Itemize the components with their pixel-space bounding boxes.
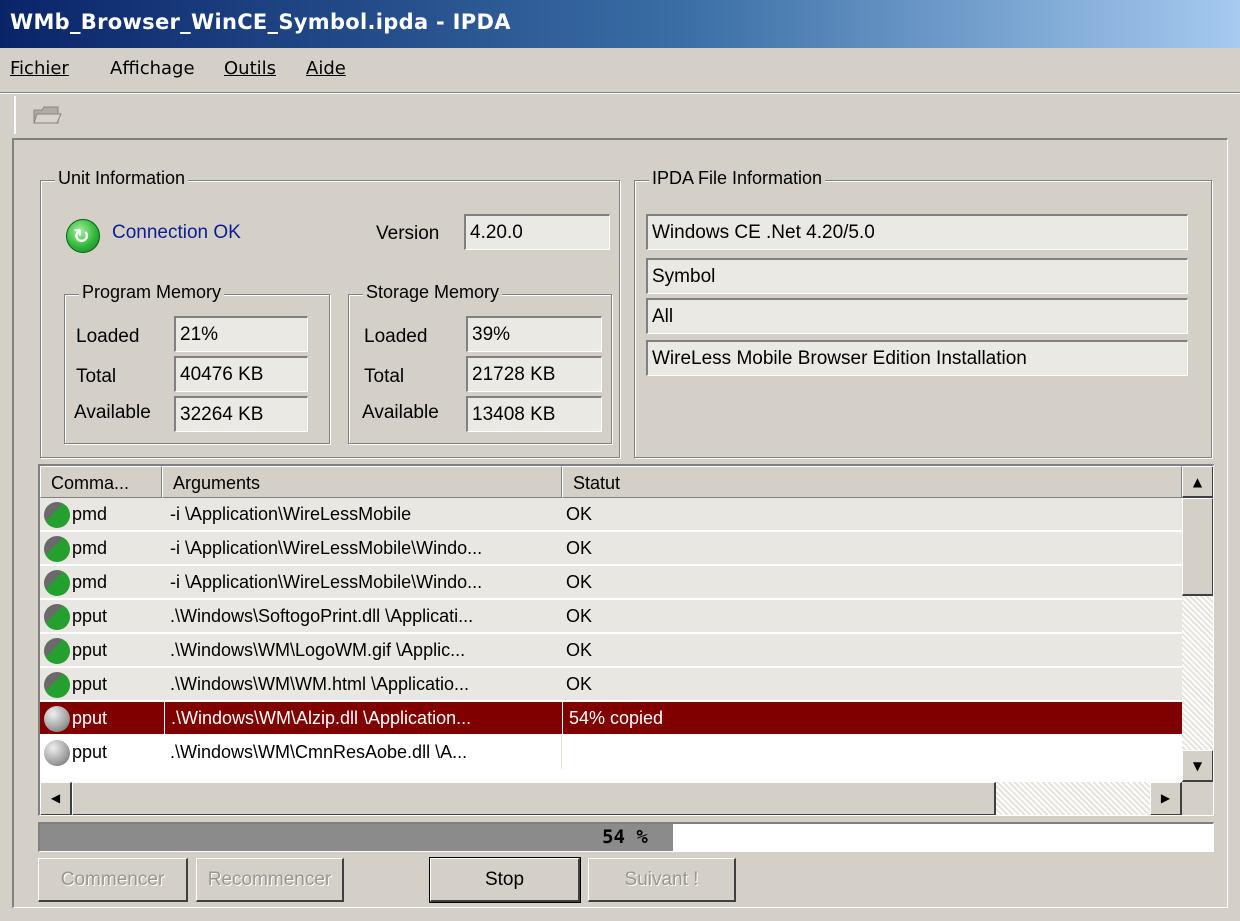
row-status: OK xyxy=(566,538,593,558)
menu-affichage[interactable]: Affichage xyxy=(110,58,195,79)
progress-bar: 54 % xyxy=(38,822,1214,852)
restart-button[interactable]: Recommencer xyxy=(196,858,344,902)
column-header-command[interactable]: Comma... xyxy=(40,466,162,498)
storage-available-label: Available xyxy=(362,402,439,423)
version-field: 4.20.0 xyxy=(464,214,610,250)
vertical-scroll-thumb[interactable] xyxy=(1182,498,1213,596)
menu-fichier-label: Fichier xyxy=(10,58,69,79)
completed-status-icon xyxy=(44,570,70,596)
program-available-field: 32264 KB xyxy=(174,396,308,432)
row-command: pmd xyxy=(72,538,108,558)
program-loaded-field: 21% xyxy=(174,316,308,352)
scroll-right-arrow-icon[interactable]: ▶ xyxy=(1150,782,1182,815)
list-item[interactable]: pmd -i \Application\WireLessMobile\Windo… xyxy=(40,566,1182,599)
row-status: OK xyxy=(566,572,593,592)
progress-text: 54 % xyxy=(602,826,648,848)
completed-status-icon xyxy=(44,638,70,664)
storage-total-label: Total xyxy=(364,366,405,387)
scroll-left-arrow-icon[interactable]: ◀ xyxy=(40,782,72,815)
list-item[interactable]: pput .\Windows\WM\WM.html \Applicatio...… xyxy=(40,668,1182,701)
row-command: pput xyxy=(72,640,108,660)
row-status: 54% copied xyxy=(562,702,1162,735)
menu-outils-label: Outils xyxy=(224,58,277,79)
row-status xyxy=(560,736,1160,769)
storage-memory-title: Storage Memory xyxy=(363,282,503,303)
scrollbar-corner xyxy=(1182,782,1213,815)
storage-total-field: 21728 KB xyxy=(466,356,602,392)
list-item[interactable]: pmd -i \Application\WireLessMobile\Windo… xyxy=(40,532,1182,565)
scroll-up-arrow-icon[interactable]: ▲ xyxy=(1182,466,1213,498)
menu-bar: Fichier Affichage Outils Aide xyxy=(0,52,1240,88)
program-total-label: Total xyxy=(76,366,117,387)
list-item[interactable]: pmd -i \Application\WireLessMobile OK xyxy=(40,498,1182,531)
row-command: pput xyxy=(72,742,108,762)
unit-information-title: Unit Information xyxy=(55,168,189,189)
column-header-arguments[interactable]: Arguments xyxy=(162,466,562,498)
open-folder-icon[interactable] xyxy=(32,104,62,126)
ipda-manufacturer-field: Symbol xyxy=(646,258,1188,294)
row-command: pput xyxy=(72,606,108,626)
connection-status: Connection OK xyxy=(112,222,241,243)
completed-status-icon xyxy=(44,672,70,698)
column-header-status[interactable]: Statut xyxy=(562,466,1182,498)
next-button[interactable]: Suivant ! xyxy=(588,858,736,902)
storage-loaded-label: Loaded xyxy=(364,326,428,347)
window-title: WMb_Browser_WinCE_Symbol.ipda - IPDA xyxy=(0,0,1240,48)
in-progress-status-icon xyxy=(44,706,70,732)
pending-status-icon xyxy=(44,740,70,766)
program-total-field: 40476 KB xyxy=(174,356,308,392)
stop-button[interactable]: Stop xyxy=(429,857,581,903)
row-status: OK xyxy=(566,606,593,626)
version-label: Version xyxy=(376,223,440,244)
start-button[interactable]: Commencer xyxy=(38,858,188,902)
ipda-description-field: WireLess Mobile Browser Edition Installa… xyxy=(646,340,1188,376)
menu-affichage-label: Affichage xyxy=(110,58,195,79)
row-arguments: .\Windows\SoftogoPrint.dll \Applicati... xyxy=(170,606,474,626)
row-command: pput xyxy=(72,674,108,694)
row-status: OK xyxy=(566,504,593,524)
connection-status-icon: ↻ xyxy=(66,219,100,253)
row-arguments: .\Windows\WM\CmnResAobe.dll \A... xyxy=(164,736,562,769)
storage-available-field: 13408 KB xyxy=(466,396,602,432)
completed-status-icon xyxy=(44,604,70,630)
list-item[interactable]: pput .\Windows\WM\CmnResAobe.dll \A... xyxy=(40,736,1182,769)
vertical-scrollbar[interactable]: ▲ ▼ xyxy=(1182,466,1213,782)
program-loaded-label: Loaded xyxy=(76,326,140,347)
row-arguments: .\Windows\WM\Alzip.dll \Application... xyxy=(164,702,562,735)
program-memory-title: Program Memory xyxy=(79,282,225,303)
row-arguments: .\Windows\WM\LogoWM.gif \Applic... xyxy=(170,640,466,660)
ipda-device-field: All xyxy=(646,298,1188,334)
row-command: pput xyxy=(72,708,108,728)
toolbar-separator xyxy=(0,92,1240,94)
row-status: OK xyxy=(566,674,593,694)
completed-status-icon xyxy=(44,536,70,562)
menu-fichier[interactable]: Fichier xyxy=(10,58,69,79)
toolbar xyxy=(14,96,62,134)
horizontal-scroll-thumb[interactable] xyxy=(72,782,996,815)
horizontal-scrollbar[interactable]: ◀ ▶ xyxy=(40,782,1182,815)
menu-aide[interactable]: Aide xyxy=(306,58,346,79)
list-item[interactable]: pput .\Windows\SoftogoPrint.dll \Applica… xyxy=(40,600,1182,633)
row-arguments: -i \Application\WireLessMobile xyxy=(170,504,412,524)
row-command: pmd xyxy=(72,504,108,524)
list-item[interactable]: pput .\Windows\WM\LogoWM.gif \Applic... … xyxy=(40,634,1182,667)
program-available-label: Available xyxy=(74,402,151,423)
menu-aide-label: Aide xyxy=(306,58,346,79)
list-header: Comma... Arguments Statut xyxy=(40,466,1182,498)
storage-loaded-field: 39% xyxy=(466,316,602,352)
row-arguments: -i \Application\WireLessMobile\Windo... xyxy=(170,538,483,558)
row-command: pmd xyxy=(72,572,108,592)
ipda-file-information-title: IPDA File Information xyxy=(649,168,826,189)
row-status: OK xyxy=(566,640,593,660)
menu-outils[interactable]: Outils xyxy=(224,58,276,79)
ipda-platform-field: Windows CE .Net 4.20/5.0 xyxy=(646,214,1188,250)
list-item-selected[interactable]: pput .\Windows\WM\Alzip.dll \Application… xyxy=(40,702,1182,735)
completed-status-icon xyxy=(44,502,70,528)
row-arguments: .\Windows\WM\WM.html \Applicatio... xyxy=(170,674,470,694)
scroll-down-arrow-icon[interactable]: ▼ xyxy=(1182,750,1213,782)
command-list[interactable]: Comma... Arguments Statut pmd -i \Applic… xyxy=(38,464,1214,816)
row-arguments: -i \Application\WireLessMobile\Windo... xyxy=(170,572,483,592)
